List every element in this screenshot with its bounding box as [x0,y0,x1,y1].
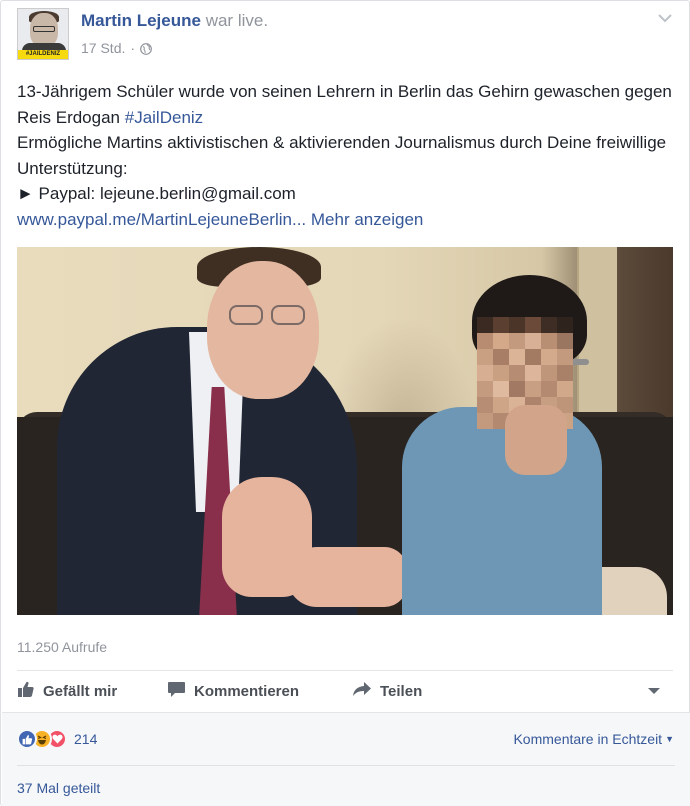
author-name[interactable]: Martin Lejeune [81,11,201,30]
post-text: 13-Jährigem Schüler wurde von seinen Leh… [17,79,677,232]
realtime-comments-label: Kommentare in Echtzeit [513,731,663,747]
reactions-summary[interactable]: 214 [17,729,97,749]
comment-icon [167,680,194,702]
boy-figure [402,407,602,615]
hashtag-link[interactable]: #JailDeniz [125,108,203,127]
author-avatar[interactable]: #JAILDENIZ [17,8,69,60]
avatar-badge: #JAILDENIZ [18,50,68,59]
realtime-comments-dropdown[interactable]: Kommentare in Echtzeit ▼ [513,731,674,747]
more-options-button[interactable] [647,671,669,711]
share-count-link[interactable]: 37 Mal geteilt [17,780,100,796]
paypal-link[interactable]: www.paypal.me/MartinLejeuneBerlin... [17,210,306,229]
like-reaction-icon [17,729,37,749]
comment-button[interactable]: Kommentieren [167,671,299,711]
thumbs-up-icon [17,680,43,702]
post-timestamp[interactable]: 17 Std. [81,40,125,56]
view-count: 11.250 Aufrufe [17,639,108,655]
post-text-line1: 13-Jährigem Schüler wurde von seinen Leh… [17,82,672,127]
post-card: #JAILDENIZ Martin Lejeune war live. 17 S… [0,0,690,806]
see-more-link[interactable]: Mehr anzeigen [311,210,423,229]
post-footer: 214 Kommentare in Echtzeit ▼ 37 Mal gete… [2,712,690,806]
post-text-line3: ► Paypal: lejeune.berlin@gmail.com [17,184,296,203]
divider [17,765,675,766]
like-label: Gefällt mir [43,682,118,700]
meta-dot: · [130,40,136,56]
dropdown-caret-icon: ▼ [665,734,674,744]
share-arrow-icon [352,681,380,701]
author-line: Martin Lejeune war live. [81,11,268,31]
author-action: war live. [205,11,269,30]
post-meta: 17 Std. · [81,40,152,56]
caret-down-icon [647,683,669,700]
comment-label: Kommentieren [194,682,300,700]
like-button[interactable]: Gefällt mir [17,671,117,711]
post-text-line2: Ermögliche Martins aktivistischen & akti… [17,133,667,178]
reaction-count: 214 [74,731,98,747]
share-label: Teilen [380,682,423,700]
action-bar: Gefällt mir Kommentieren Teilen [17,671,675,711]
post-options-chevron-icon[interactable] [657,11,673,23]
video-player[interactable] [17,247,673,615]
share-button[interactable]: Teilen [352,671,422,711]
globe-icon[interactable] [140,42,152,55]
